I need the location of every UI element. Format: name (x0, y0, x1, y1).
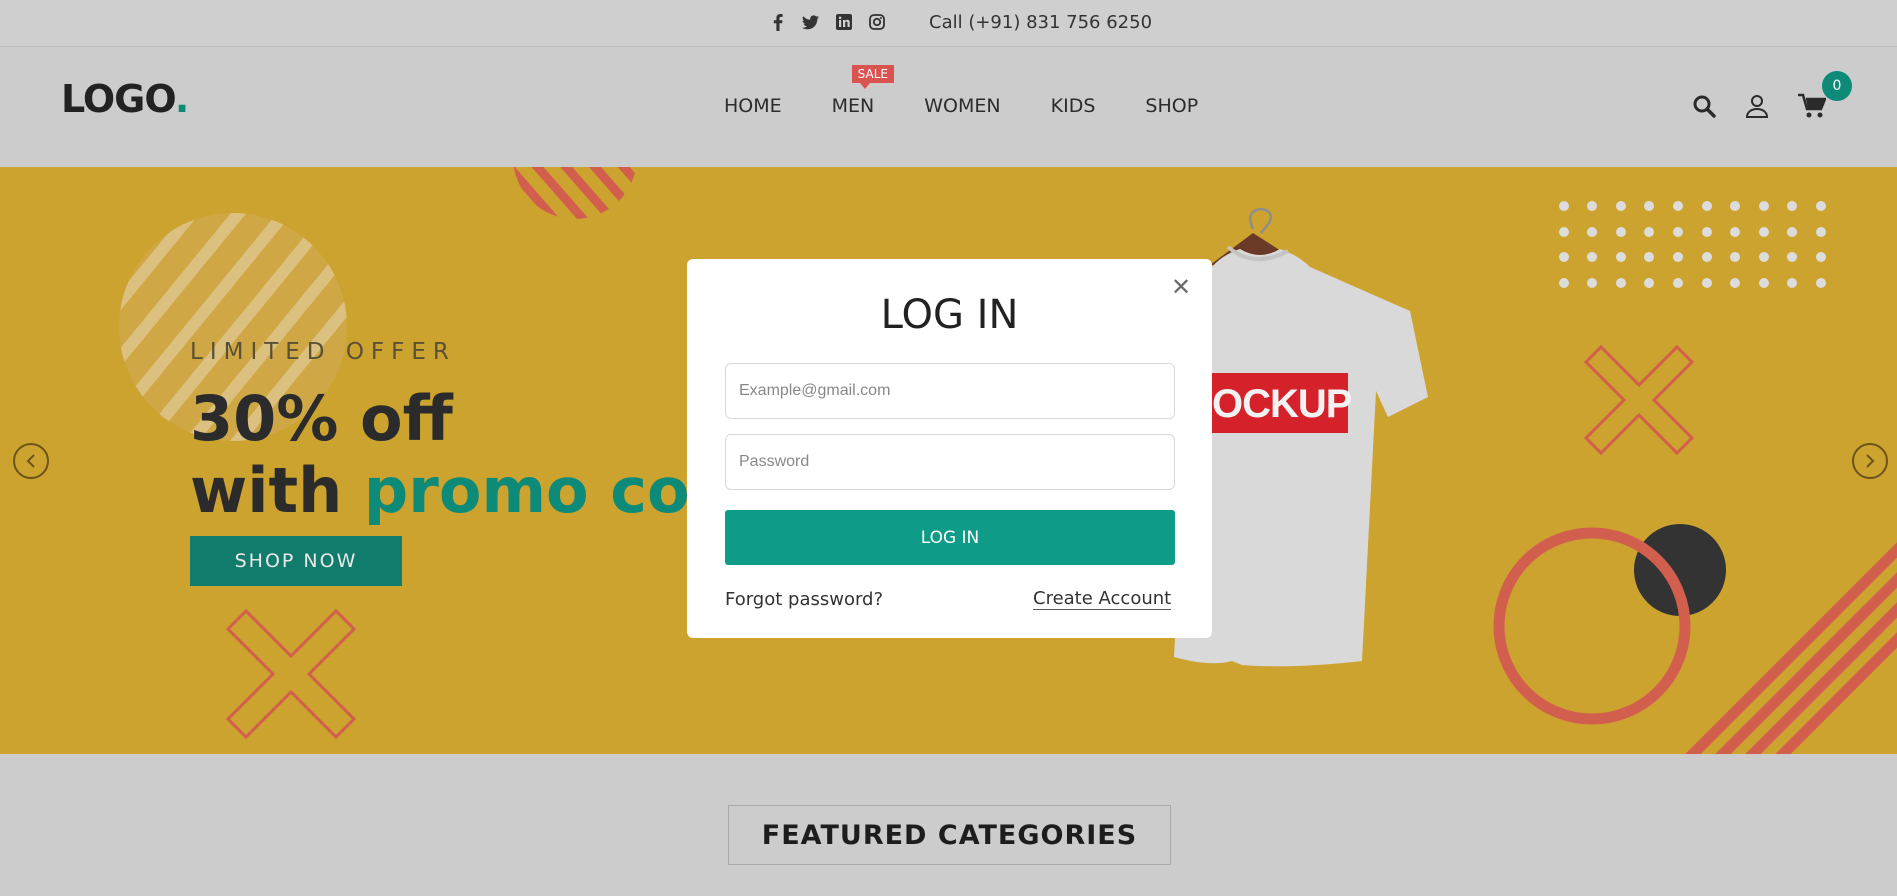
hero-headline-highlight: promo cod (363, 454, 734, 527)
social-links (769, 12, 885, 32)
site-header: LOGO. HOME SALE MEN WOMEN KIDS SHOP 0 (0, 47, 1897, 167)
password-field[interactable] (725, 434, 1175, 490)
nav-item-men-label: MEN (831, 95, 875, 117)
header-actions: 0 (1692, 71, 1852, 123)
logo-text: LOGO (61, 77, 176, 121)
hero-eyebrow: LIMITED OFFER (190, 339, 456, 365)
hero-headline: 30% off with promo cod (190, 383, 734, 527)
facebook-icon[interactable] (769, 12, 786, 32)
carousel-prev-button[interactable] (13, 443, 49, 479)
user-icon[interactable] (1745, 94, 1769, 122)
tshirt-print-text: OCKUP (1212, 382, 1352, 426)
cart-button[interactable]: 0 (1798, 71, 1852, 123)
chevron-right-icon (1866, 454, 1875, 468)
dot-grid-shape (1559, 201, 1826, 288)
top-bar: Call (+91) 831 756 6250 (0, 0, 1897, 47)
contact-phone: Call (+91) 831 756 6250 (929, 12, 1153, 33)
striped-semicircle-shape (513, 167, 637, 219)
create-account-link[interactable]: Create Account (1033, 588, 1172, 610)
logo-dot: . (174, 77, 189, 121)
hero-headline-prefix: with (190, 454, 364, 527)
email-field[interactable] (725, 363, 1175, 419)
cart-icon (1798, 93, 1827, 118)
nav-item-men[interactable]: SALE MEN (831, 65, 894, 117)
x-shape-left (225, 608, 357, 740)
login-button[interactable]: LOG IN (725, 510, 1175, 565)
modal-title: LOG IN (880, 292, 1019, 338)
chevron-left-icon (26, 454, 35, 468)
nav-item-kids[interactable]: KIDS (1051, 95, 1096, 117)
instagram-icon[interactable] (868, 12, 885, 32)
cart-count-badge: 0 (1822, 71, 1852, 101)
hero-headline-line1: 30% off (190, 382, 453, 455)
logo[interactable]: LOGO. (61, 77, 189, 121)
twitter-icon[interactable] (802, 12, 819, 32)
forgot-password-link[interactable]: Forgot password? (725, 589, 883, 610)
x-shape-right (1583, 344, 1695, 456)
featured-categories-heading: FEATURED CATEGORIES (728, 805, 1171, 865)
ring-shape (1493, 527, 1691, 725)
nav-item-shop[interactable]: SHOP (1145, 95, 1198, 117)
carousel-next-button[interactable] (1852, 443, 1888, 479)
sale-badge: SALE (851, 65, 894, 89)
nav-item-women[interactable]: WOMEN (924, 95, 1000, 117)
shop-now-button[interactable]: SHOP NOW (190, 536, 402, 586)
search-icon[interactable] (1692, 94, 1716, 122)
login-modal: ✕ LOG IN LOG IN Forgot password? Create … (687, 259, 1212, 638)
hero-headline-line2: with promo cod (190, 455, 734, 527)
linkedin-icon[interactable] (835, 12, 852, 32)
nav-item-home[interactable]: HOME (724, 95, 782, 117)
main-nav: HOME SALE MEN WOMEN KIDS SHOP (724, 65, 1198, 117)
